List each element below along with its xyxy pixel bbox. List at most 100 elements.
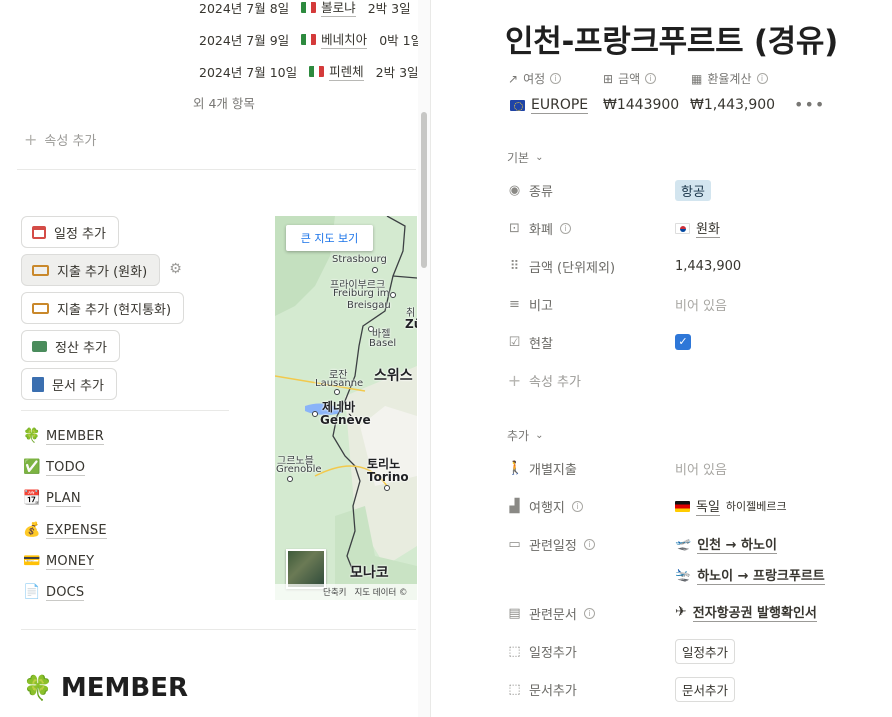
person-icon: 🚶 [507, 460, 524, 476]
summary-label: 금액 [618, 72, 641, 86]
document-link[interactable]: 전자항공권 발행확인서 [692, 602, 817, 622]
map-data-credit[interactable]: 지도 데이터 © [354, 586, 407, 598]
prop-personal-value[interactable]: 비어 있음 [675, 456, 727, 480]
prop-type-value[interactable]: 항공 [675, 178, 711, 202]
member-heading: 🍀 MEMBER [23, 673, 188, 703]
scrollbar-track[interactable] [418, 0, 430, 717]
plus-icon: + [507, 370, 522, 390]
summary-exchange-header[interactable]: ▦ 환율계산 i [691, 70, 768, 87]
trip-place-name[interactable]: 피렌체 [329, 61, 364, 81]
prop-amount-value[interactable]: 1,443,900 [675, 254, 741, 278]
currency-link[interactable]: 원화 [696, 218, 720, 238]
prop-note[interactable]: ≡ 비고 [507, 292, 553, 316]
more-items-link[interactable]: 외 4개 항목 [193, 93, 255, 112]
page-title[interactable]: 인천-프랑크푸르트 (경유) [505, 16, 838, 61]
prop-note-value[interactable]: 비어 있음 [675, 292, 727, 316]
related-schedule-1[interactable]: 🛫 인천 → 하노이 [675, 532, 777, 556]
city-icon: ▟ [509, 498, 520, 514]
map-label: Basel [369, 338, 397, 349]
trip-place[interactable]: 볼로냐 [301, 0, 356, 17]
prop-amount[interactable]: ⠿ 금액 (단위제외) [507, 254, 615, 278]
scrollbar-thumb[interactable] [421, 112, 427, 268]
trip-date: 2024년 7월 9일 [199, 32, 290, 48]
map-label: Genève [320, 413, 371, 427]
section-extra-toggle[interactable]: 추가 ⌄ [507, 427, 543, 444]
more-options-icon[interactable]: ••• [794, 95, 825, 114]
add-schedule-value[interactable]: 일정추가 [675, 638, 736, 664]
nav-docs[interactable]: 📄 DOCS [23, 584, 85, 601]
add-document-button[interactable]: 문서 추가 [21, 368, 117, 400]
prop-currency[interactable]: ⊡ 화폐 i [507, 216, 571, 240]
nav-label: PLAN [46, 490, 81, 507]
prop-type[interactable]: ◉ 종류 [507, 178, 553, 202]
nav-money[interactable]: 💳 MONEY [23, 553, 95, 570]
calendar-icon [32, 225, 46, 239]
satellite-toggle[interactable] [286, 549, 326, 589]
summary-trip-value[interactable]: EUROPE [510, 97, 589, 114]
prop-label: 비고 [529, 298, 553, 314]
airplane-icon: 🛬 [675, 567, 692, 583]
prop-related-doc[interactable]: ▤ 관련문서 i [507, 601, 595, 625]
section-basic-toggle[interactable]: 기본 ⌄ [507, 149, 543, 166]
money-bag-icon: 💰 [23, 522, 41, 538]
prop-currency-value[interactable]: 원화 [675, 216, 720, 240]
prop-destination-value[interactable]: 독일 하이젤베르크 [675, 494, 787, 518]
prop-related-schedule[interactable]: ▭ 관련일정 i [507, 532, 595, 556]
map-label: Torino [367, 470, 409, 484]
info-icon: i [583, 607, 595, 619]
eu-flag-icon [510, 100, 525, 111]
add-expense-local-button[interactable]: 지출 추가 (현지통화) [21, 292, 185, 324]
map-shortcuts-link[interactable]: 단축키 [323, 586, 346, 598]
prop-cash[interactable]: ☑ 현찰 [507, 330, 553, 354]
trip-place-name[interactable]: 볼로냐 [321, 0, 356, 17]
prop-personal[interactable]: 🚶 개별지출 [507, 456, 577, 480]
nav-plan[interactable]: 📆 PLAN [23, 490, 81, 507]
trip-row[interactable]: 2024년 7월 8일 볼로냐 2박 3일 [199, 0, 411, 17]
prop-label: 여행지 [529, 500, 565, 516]
member-heading-text: MEMBER [60, 673, 188, 703]
trip-link[interactable]: EUROPE [531, 97, 589, 114]
trip-row[interactable]: 2024년 7월 10일 피렌체 2박 3일 [199, 61, 419, 81]
nav-todo[interactable]: ✅ TODO [23, 459, 86, 476]
map-embed[interactable]: 큰 지도 보기 Strasbourg 프라이부르크 Freiburg im Br… [275, 216, 417, 600]
summary-label: 여정 [523, 72, 546, 86]
prop-cash-value[interactable]: ✓ [675, 330, 691, 354]
schedule-link[interactable]: 인천 → 하노이 [697, 534, 777, 554]
prop-label: 관련일정 [529, 538, 577, 554]
airplane-icon: 🛫 [675, 536, 692, 552]
document-icon: 📄 [23, 584, 41, 600]
map-label: Breisgau [347, 300, 391, 311]
add-doc-value[interactable]: 문서추가 [675, 676, 736, 702]
destination-link[interactable]: 독일 [696, 496, 720, 516]
prop-add-schedule[interactable]: ⬚ 일정추가 [507, 639, 577, 663]
big-map-button[interactable]: 큰 지도 보기 [286, 225, 373, 251]
related-doc-value[interactable]: ✈ 전자항공권 발행확인서 [675, 600, 817, 624]
summary-trip-header[interactable]: ↗ 여정 i [508, 70, 562, 87]
trip-place[interactable]: 피렌체 [309, 61, 364, 81]
summary-amount-header[interactable]: ⊞ 금액 i [603, 70, 657, 87]
gear-icon[interactable]: ⚙ [168, 262, 183, 277]
nav-member[interactable]: 🍀 MEMBER [23, 428, 105, 445]
korea-flag-icon [675, 222, 690, 234]
add-schedule-button[interactable]: 일정 추가 [21, 216, 119, 248]
add-schedule-inline-button[interactable]: 일정추가 [675, 638, 736, 664]
trip-date: 2024년 7월 10일 [199, 64, 298, 80]
trip-place[interactable]: 베네치아 [301, 29, 368, 49]
calculator-icon: ▦ [691, 71, 703, 86]
trip-row[interactable]: 2024년 7월 9일 베네치아 0박 1일 [199, 29, 422, 49]
nav-expense[interactable]: 💰 EXPENSE [23, 522, 107, 539]
prop-destination[interactable]: ▟ 여행지 i [507, 494, 583, 518]
clover-icon: 🍀 [23, 428, 41, 444]
add-doc-inline-button[interactable]: 문서추가 [675, 676, 736, 702]
add-property-button[interactable]: + 속성 추가 [24, 130, 96, 149]
checked-checkbox[interactable]: ✓ [675, 334, 691, 350]
related-schedule-2[interactable]: 🛬 하노이 → 프랑크푸르트 [675, 563, 825, 587]
trip-place-name[interactable]: 베네치아 [321, 29, 368, 49]
add-property-button[interactable]: + 속성 추가 [507, 368, 581, 392]
schedule-link[interactable]: 하노이 → 프랑크푸르트 [697, 565, 825, 585]
prop-add-doc[interactable]: ⬚ 문서추가 [507, 677, 577, 701]
add-expense-krw-button[interactable]: 지출 추가 (원화) [21, 254, 161, 286]
add-settlement-button[interactable]: 정산 추가 [21, 330, 120, 362]
info-icon: i [571, 500, 583, 512]
select-icon: ◉ [508, 182, 521, 198]
